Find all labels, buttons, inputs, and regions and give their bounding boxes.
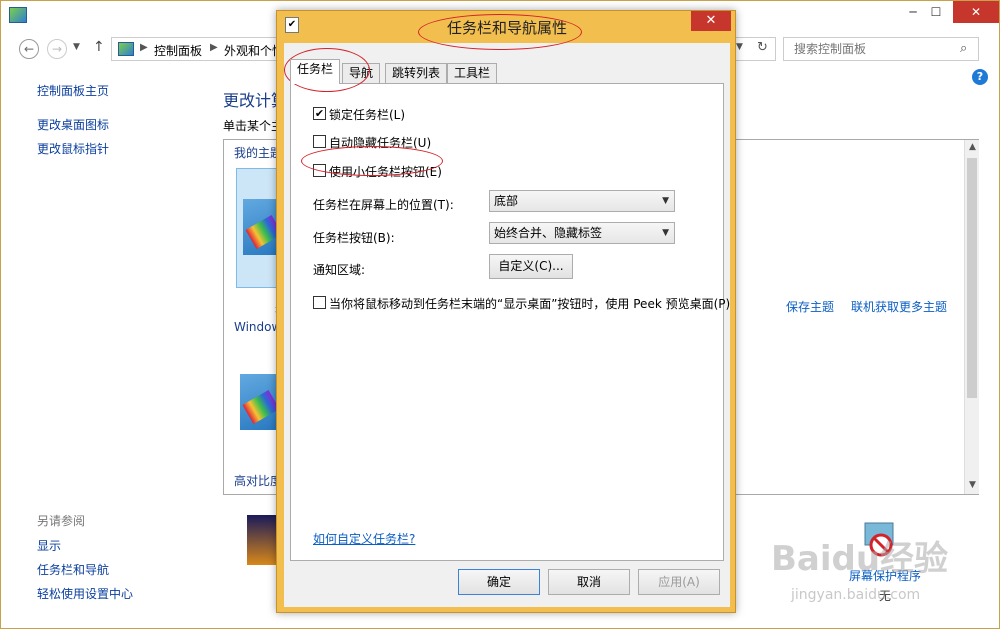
peek-checkbox[interactable] (313, 296, 326, 309)
desktop-background-thumbnail[interactable] (247, 515, 277, 565)
control-panel-icon (118, 42, 134, 56)
annotation-ellipse (301, 146, 443, 176)
dialog-body: 任务栏 导航 跳转列表 工具栏 ✔ 锁定任务栏(L) 自动隐藏任务栏(U) 使用… (284, 43, 730, 607)
watermark-url: jingyan.baidu.com (791, 587, 921, 603)
customize-button[interactable]: 自定义(C)... (489, 254, 573, 279)
refresh-icon[interactable]: ↻ (757, 40, 768, 55)
chevron-down-icon: ▼ (662, 196, 669, 206)
sidebar-link-mouse-pointer[interactable]: 更改鼠标指针 (37, 140, 109, 157)
back-button[interactable]: ← (19, 39, 39, 59)
peek-label[interactable]: 当你将鼠标移动到任务栏末端的“显示桌面”按钮时，使用 Peek 预览桌面(P) (329, 295, 730, 312)
search-input[interactable] (784, 38, 954, 60)
scroll-down-icon[interactable]: ▼ (965, 480, 980, 490)
sidebar-link-ease-of-access[interactable]: 轻松使用设置中心 (37, 585, 133, 602)
customize-help-link[interactable]: 如何自定义任务栏? (313, 530, 415, 547)
my-themes-heading: 我的主题 (234, 146, 283, 160)
position-select-value: 底部 (494, 194, 519, 208)
close-button[interactable]: ✕ (953, 1, 999, 23)
ok-button[interactable]: 确定 (458, 569, 540, 595)
tab-jump-lists[interactable]: 跳转列表 (385, 63, 448, 83)
taskbar-buttons-select-value: 始终合并、隐藏标签 (494, 226, 603, 240)
tab-taskbar[interactable]: 任务栏 (290, 59, 341, 84)
sidebar-link-taskbar-nav[interactable]: 任务栏和导航 (37, 561, 109, 578)
chevron-right-icon[interactable]: ▶ (210, 42, 218, 53)
more-themes-link[interactable]: 联机获取更多主题 (851, 298, 947, 315)
tab-toolbars[interactable]: 工具栏 (447, 63, 498, 83)
position-label: 任务栏在屏幕上的位置(T): (313, 198, 454, 212)
position-select[interactable]: 底部 ▼ (489, 190, 675, 212)
chevron-down-icon: ▼ (662, 228, 669, 238)
forward-button[interactable]: → (47, 39, 67, 59)
maximize-button[interactable]: ☐ (921, 1, 951, 23)
taskbar-properties-dialog: ✔ 任务栏和导航属性 ✕ 任务栏 导航 跳转列表 工具栏 ✔ 锁定任务栏(L) … (276, 10, 736, 613)
breadcrumb-appearance[interactable]: 外观和个性化 (224, 42, 284, 59)
breadcrumb-control-panel[interactable]: 控制面板 (154, 42, 202, 59)
search-box[interactable]: ⌕ (783, 37, 979, 61)
taskbar-buttons-select[interactable]: 始终合并、隐藏标签 ▼ (489, 222, 675, 244)
control-panel-icon (9, 7, 27, 23)
theme-item-windows[interactable] (240, 374, 280, 430)
color-fan-icon (242, 389, 280, 425)
lock-taskbar-label[interactable]: 锁定任务栏(L) (329, 106, 405, 123)
see-also-heading: 另请参阅 (37, 514, 86, 528)
annotation-ellipse (418, 14, 582, 50)
sidebar-link-home[interactable]: 控制面板主页 (37, 82, 109, 99)
lock-taskbar-checkbox[interactable]: ✔ (313, 107, 326, 120)
scroll-up-icon[interactable]: ▲ (965, 142, 980, 152)
scrollbar[interactable]: ▲ ▼ (964, 140, 979, 494)
autohide-checkbox[interactable] (313, 135, 326, 148)
sidebar-link-desktop-icons[interactable]: 更改桌面图标 (37, 116, 109, 133)
search-icon[interactable]: ⌕ (960, 41, 967, 56)
scroll-thumb[interactable] (967, 158, 977, 398)
cancel-button[interactable]: 取消 (548, 569, 630, 595)
save-theme-link[interactable]: 保存主题 (786, 298, 834, 315)
chevron-right-icon[interactable]: ▶ (140, 42, 148, 53)
apply-button[interactable]: 应用(A) (638, 569, 720, 595)
watermark-logo: Baidu经验 (771, 539, 949, 579)
notification-area-label: 通知区域: (313, 263, 366, 277)
recent-locations-icon[interactable]: ▼ (73, 42, 80, 52)
help-icon[interactable]: ? (972, 69, 988, 85)
chevron-down-icon[interactable]: ▼ (736, 42, 743, 52)
sidebar-link-display[interactable]: 显示 (37, 537, 61, 554)
taskbar-buttons-label: 任务栏按钮(B): (313, 231, 395, 245)
dialog-close-button[interactable]: ✕ (691, 11, 731, 31)
up-button[interactable]: ↑ (93, 39, 105, 55)
